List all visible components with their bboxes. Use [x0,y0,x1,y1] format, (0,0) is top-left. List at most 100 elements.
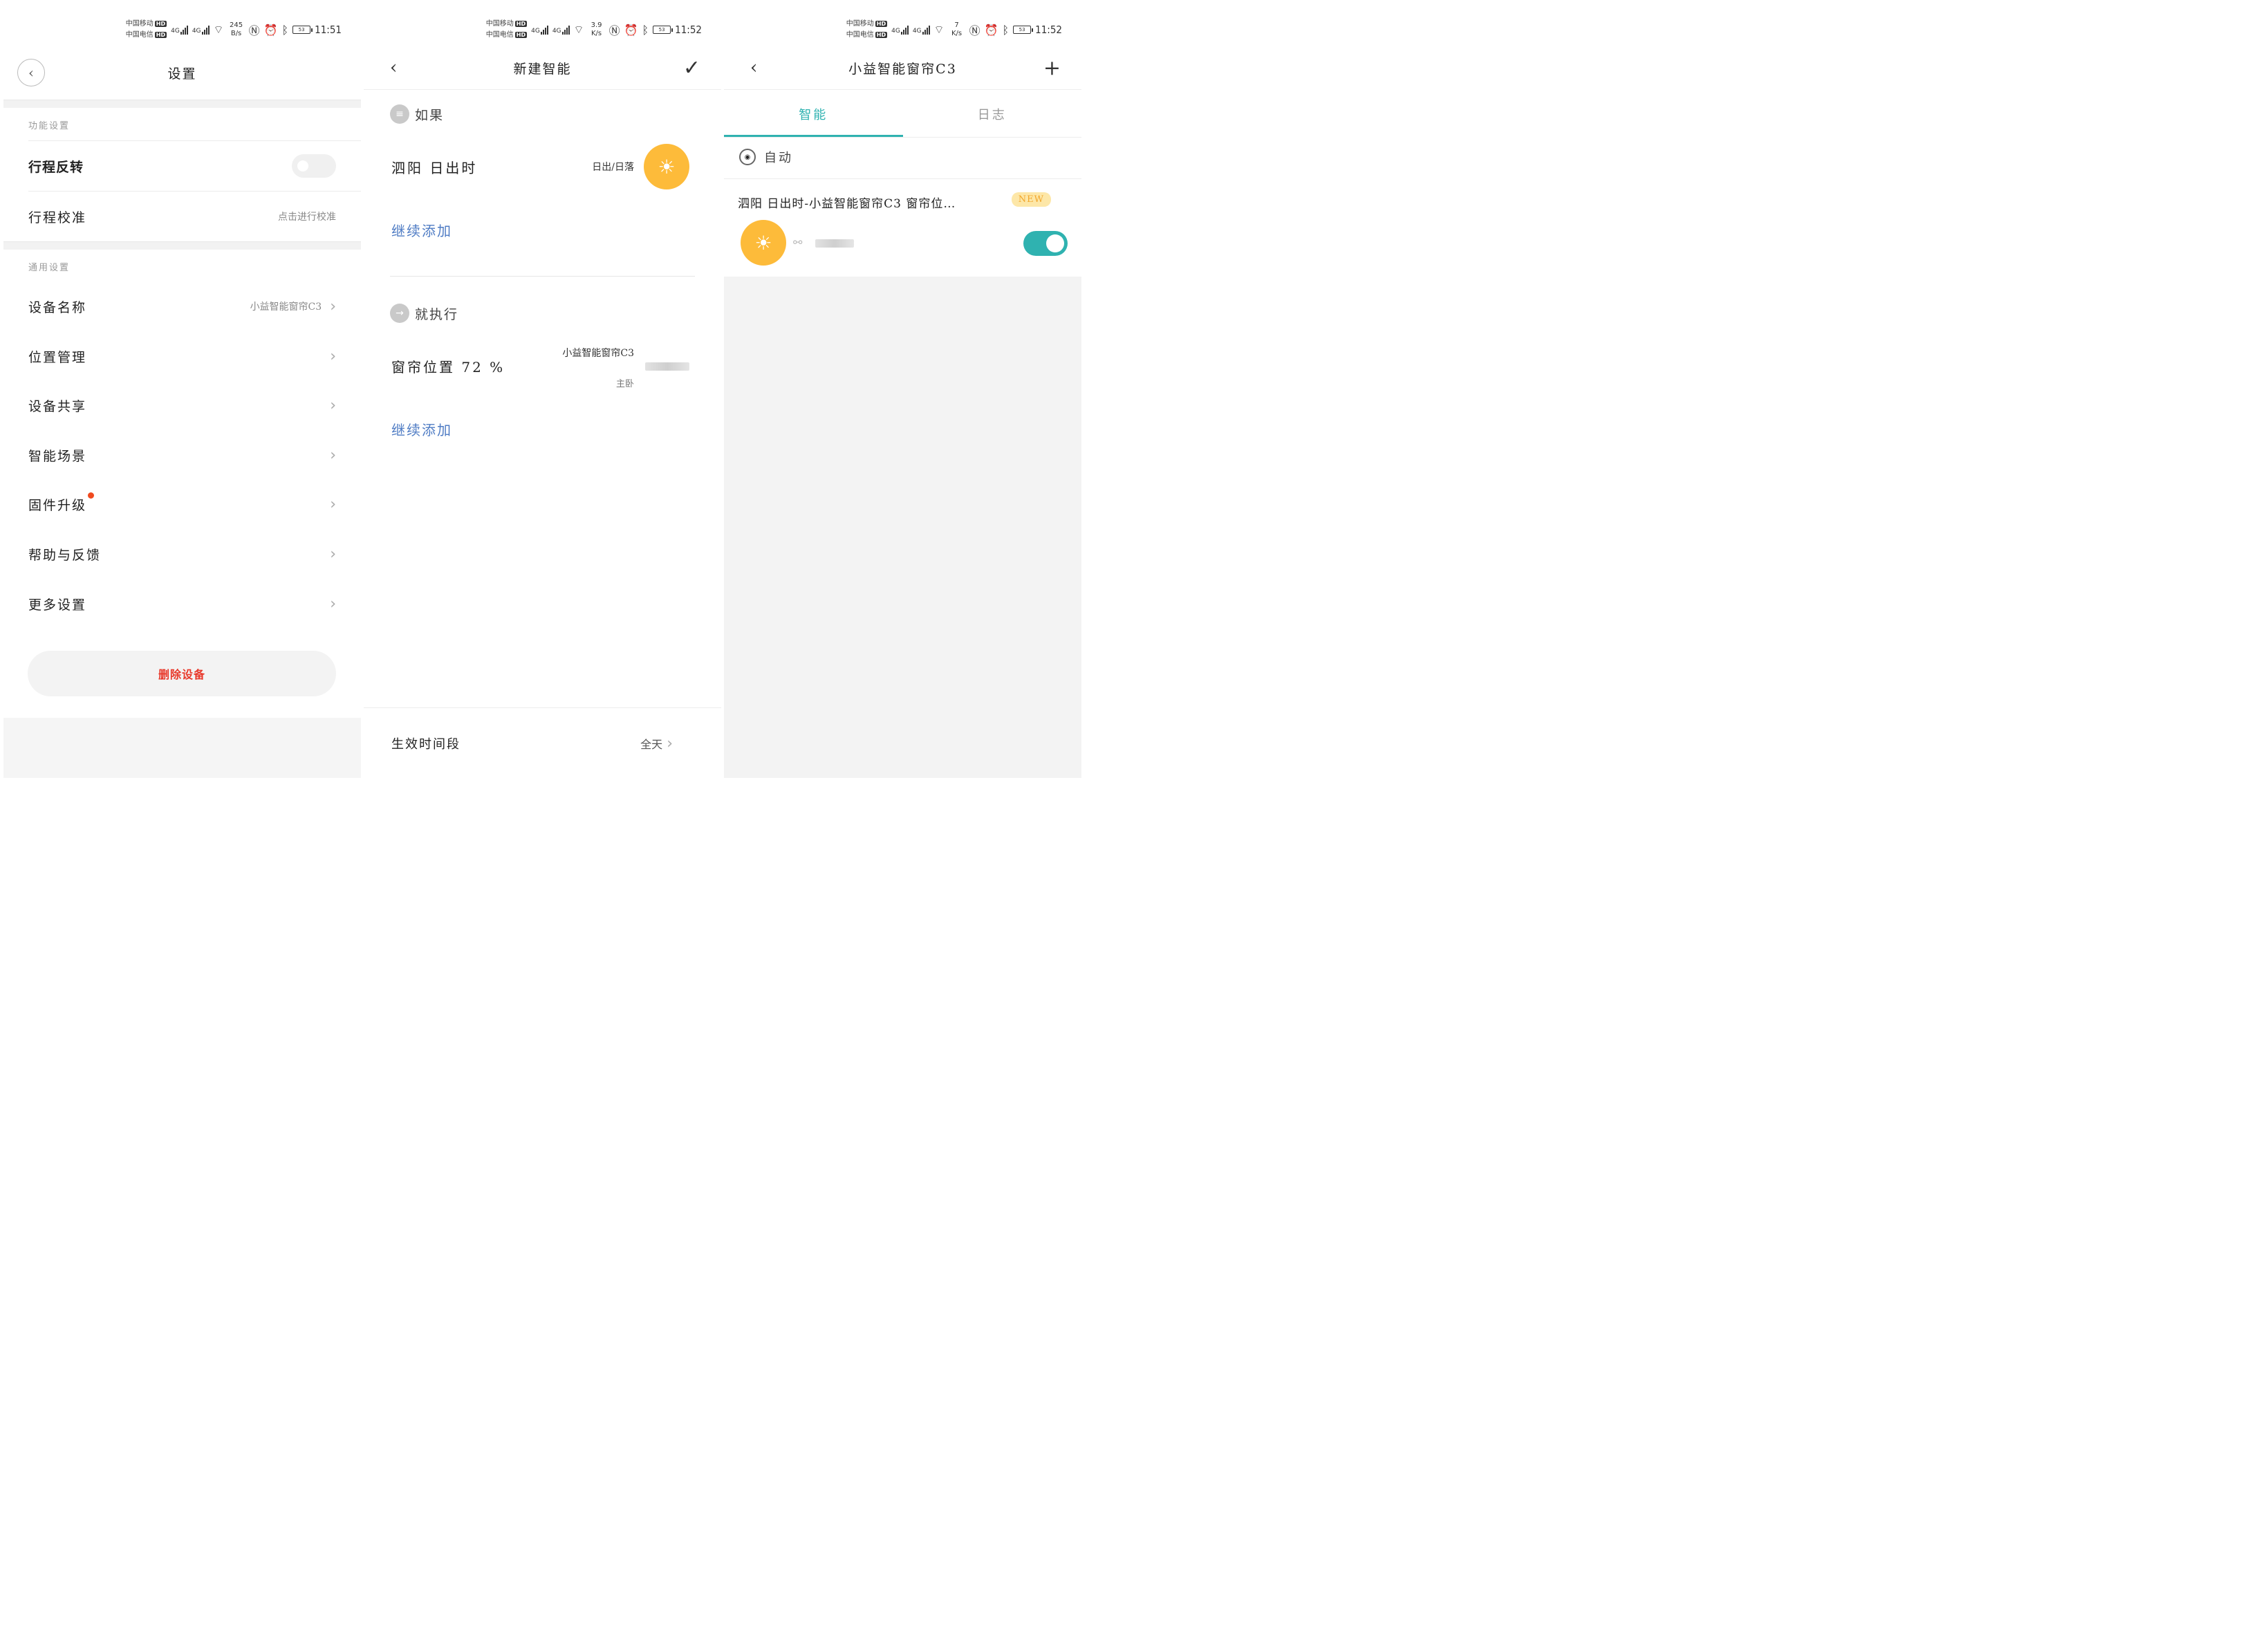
settings-item-share[interactable]: 设备共享 › [28,381,336,429]
tab-log[interactable]: 日志 [903,95,1082,137]
condition-row[interactable]: 泗阳 日出时 日出/日落 ☀ [391,144,689,189]
settings-item-label: 位置管理 [28,349,87,365]
travel-calibrate-label: 行程校准 [28,210,87,225]
if-label: 如果 [415,107,445,123]
signal-icon: 4G [192,25,210,35]
battery-icon: 53 [1013,26,1034,34]
hd-badge: HD [875,32,888,38]
travel-calibrate-row[interactable]: 行程校准 点击进行校准 [28,192,336,241]
bluetooth-icon: ᛒ [1002,23,1010,37]
arrow-right-icon: → [390,304,409,323]
settings-item-firmware[interactable]: 固件升级 › [28,480,336,528]
then-header: → 就执行 [390,304,458,323]
condition-type: 日出/日落 [592,162,634,173]
settings-screen: 中国移动 HD 中国电信 HD 4G 4G ⌔ 245 B/s Ⓝ ⏰ ᛒ 53 11… [3,0,361,778]
group-label: 自动 [764,151,793,165]
battery-icon: 53 [653,26,673,34]
carrier-2: 中国电信 [485,31,514,39]
automation-toggle[interactable] [1023,231,1068,256]
bluetooth-icon: ᛒ [642,23,649,37]
add-button[interactable]: + [1043,56,1061,80]
tab-smart[interactable]: 智能 [724,95,903,137]
new-smart-screen: 中国移动 HD 中国电信 HD 4G 4G ⌔ 3.9 K/s Ⓝ ⏰ ᛒ 53 11… [364,0,721,778]
divider [3,241,361,250]
settings-item-more[interactable]: 更多设置 › [28,579,336,628]
signal-icon: 4G [531,25,548,35]
nfc-icon: Ⓝ [248,24,260,37]
settings-item-label: 智能场景 [28,448,87,464]
divider [28,191,361,192]
back-button[interactable]: ‹ [750,57,757,78]
confirm-button[interactable]: ✓ [683,56,700,80]
chevron-right-icon: › [330,495,336,513]
empty-area [724,277,1081,778]
list-icon: ≡ [390,104,409,124]
settings-item-label: 设备名称 [28,299,87,315]
sunrise-icon: ☀ [644,144,689,189]
back-button[interactable]: ‹ [17,59,45,86]
section-title-function: 功能设置 [28,121,71,131]
travel-reverse-toggle[interactable] [292,154,336,178]
sunrise-icon: ☀ [741,220,786,266]
divider [724,178,1081,179]
hd-badge: HD [514,32,528,38]
condition-text: 泗阳 日出时 [391,159,478,176]
travel-reverse-row: 行程反转 [28,142,336,190]
effective-period-row[interactable]: 生效时间段 全天 › [391,734,673,752]
settings-item-label: 帮助与反馈 [28,547,102,563]
wifi-icon: ⌔ [573,23,584,36]
bluetooth-icon: ᛒ [281,23,289,37]
page-title: 新建智能 [513,61,572,77]
continue-add-action-link[interactable]: 继续添加 [391,419,452,439]
settings-item-help[interactable]: 帮助与反馈 › [28,530,336,578]
carrier-1: 中国移动 [485,20,514,28]
signal-icon: 4G [913,25,930,35]
chevron-right-icon: › [330,347,336,365]
group-header: ◉ 自动 [739,148,793,166]
battery-icon: 53 [292,26,313,34]
nfc-icon: Ⓝ [969,24,980,37]
bottom-area [3,718,361,778]
settings-item-scene[interactable]: 智能场景 › [28,431,336,479]
redacted-text [645,362,689,371]
redacted-text [815,239,854,248]
continue-add-condition-link[interactable]: 继续添加 [391,220,452,240]
effective-period-value: 全天 [640,738,663,751]
clock: 11:51 [315,24,342,36]
automation-card: ☀ [741,220,786,266]
header: ‹ 小益智能窗帘C3 + [724,47,1081,89]
settings-item-device-name[interactable]: 设备名称 小益智能窗帘C3 › [28,282,336,331]
carrier-2: 中国电信 [125,31,154,39]
divider [28,140,361,141]
device-smart-screen: 中国移动 HD 中国电信 HD 4G 4G ⌔ 7 K/s Ⓝ ⏰ ᛒ 53 11:5… [724,0,1081,778]
action-text: 窗帘位置 72 % [391,359,505,375]
divider [364,89,721,90]
hd-badge: HD [154,32,167,38]
settings-item-location[interactable]: 位置管理 › [28,332,336,380]
header: ‹ 新建智能 ✓ [364,47,721,89]
divider [724,89,1081,90]
chevron-right-icon: › [330,297,336,315]
divider [364,707,721,708]
divider [3,100,361,108]
device-name-value: 小益智能窗帘C3 [250,302,322,313]
status-bar: 中国移动 HD 中国电信 HD 4G 4G ⌔ 7 K/s Ⓝ ⏰ ᛒ 53 11:5… [846,18,1062,41]
carrier-1: 中国移动 [846,20,874,28]
chevron-right-icon: › [330,545,336,563]
carrier-2: 中国电信 [846,31,874,39]
hd-badge: HD [154,21,167,27]
alarm-icon: ⏰ [984,23,998,37]
chevron-left-icon: ‹ [390,57,398,78]
tab-bar: 智能 日志 [724,95,1081,137]
chevron-right-icon: › [330,595,336,613]
delete-device-button[interactable]: 删除设备 [28,651,336,696]
net-speed: 3.9 K/s [591,21,602,37]
wifi-icon: ⌔ [933,23,945,36]
back-button[interactable]: ‹ [390,57,397,78]
alarm-icon: ⏰ [624,23,638,37]
action-room: 主卧 [615,379,634,389]
effective-period-label: 生效时间段 [391,737,461,752]
chevron-right-icon: › [330,446,336,464]
hd-badge: HD [875,21,888,27]
automation-title[interactable]: 泗阳 日出时-小益智能窗帘C3 窗帘位… [738,194,956,211]
